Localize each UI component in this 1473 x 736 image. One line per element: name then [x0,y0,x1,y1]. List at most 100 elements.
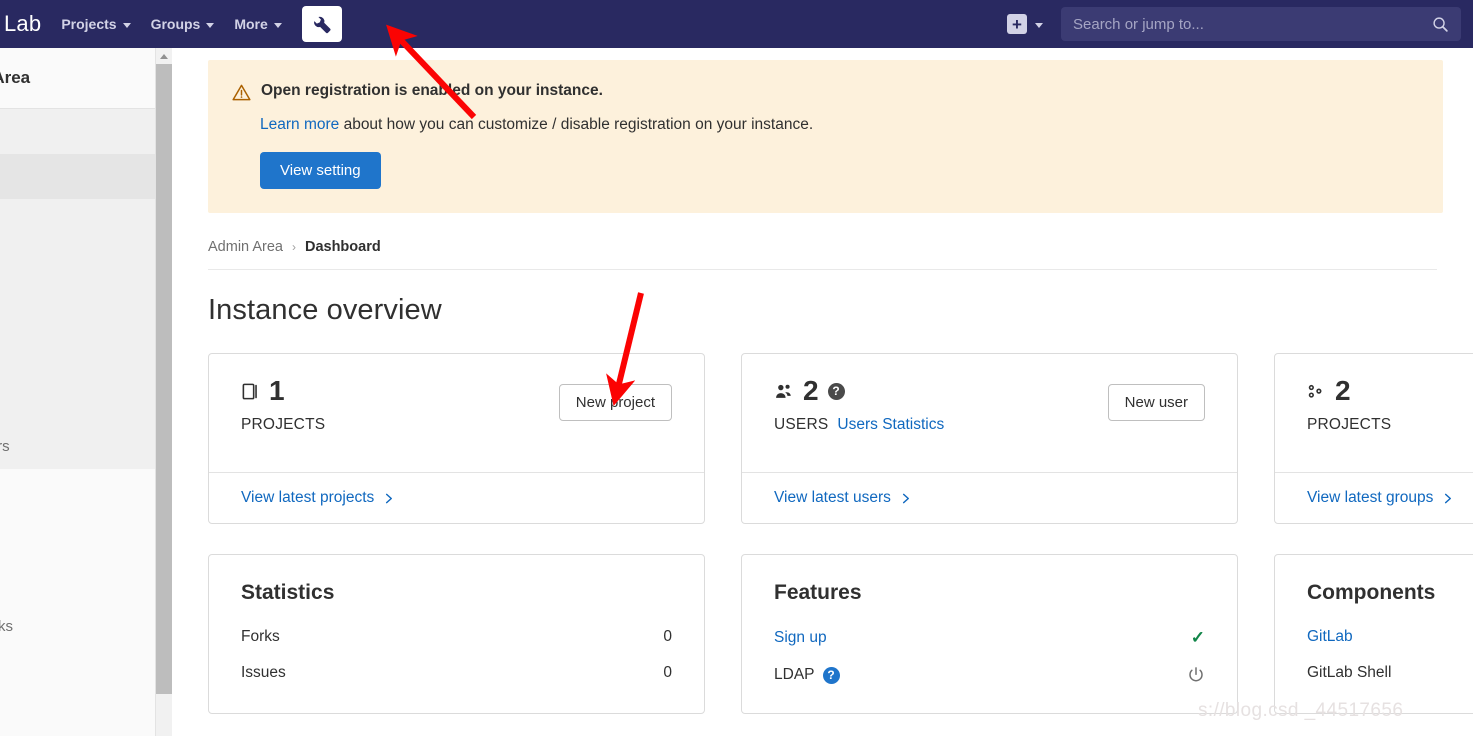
new-item-plus-icon[interactable]: + [1007,14,1027,34]
check-icon: ✓ [1190,628,1205,647]
sidebar-item-groups[interactable]: s [0,289,155,334]
users-statistics-link[interactable]: Users Statistics [837,416,944,434]
group-icon [1308,384,1322,398]
chevron-right-icon [386,493,393,503]
new-item-chevron-down-icon[interactable] [1029,21,1051,28]
view-latest-projects-label: View latest projects [241,489,375,506]
sidebar-item-overview[interactable]: iew [0,109,155,154]
new-user-button[interactable]: New user [1107,384,1205,421]
navbar-right-group: + [1007,7,1473,41]
components-row-gitlab: GitLab [1307,619,1473,655]
sidebar-item-projects[interactable]: ts [0,199,155,244]
top-navbar: Lab Projects Groups More + [0,0,1473,48]
alert-learn-more-link[interactable]: Learn more [260,116,339,133]
alert-description: Learn more about how you can customize /… [260,116,1419,134]
nav-item-more[interactable]: More [224,0,291,48]
scrollbar-thumb[interactable] [156,64,172,694]
new-project-button[interactable]: New project [558,384,672,421]
sidebar-header: min Area [0,48,155,108]
open-registration-alert: Open registration is enabled on your ins… [208,60,1443,213]
users-count: 2 [803,375,819,406]
chevron-down-icon [122,22,131,28]
breadcrumb-separator-icon: › [291,240,296,254]
search-box[interactable] [1061,7,1461,41]
sidebar-item-jobs[interactable] [0,334,155,379]
sidebar-item-system-hooks[interactable]: n Hooks [0,604,155,649]
breadcrumb-dashboard: Dashboard [304,239,381,255]
gitlab-logo-text[interactable]: Lab [0,11,51,37]
admin-sidebar: min Area iew oard ts s ers Servers ics o… [0,48,156,736]
view-setting-button[interactable]: View setting [260,152,381,189]
features-card-title: Features [774,581,862,604]
chevron-right-icon [902,493,909,503]
project-icon [242,383,257,399]
stat-card-users: 2 ? USERS Users Statistics New user View… [741,353,1238,524]
power-icon [1189,667,1203,682]
nav-item-projects[interactable]: Projects [51,0,140,48]
statistics-card-title: Statistics [241,581,335,604]
wrench-icon [313,16,331,34]
features-row-ldap-text: LDAP [774,666,815,683]
view-latest-users-link[interactable]: View latest users [774,489,911,507]
sidebar-item-analytics[interactable]: ics [0,469,155,514]
chevron-right-icon [1445,493,1452,503]
breadcrumb-admin-area[interactable]: Admin Area [208,239,283,255]
statistics-row-forks-value: 0 [663,628,672,645]
sidebar-item-messages[interactable]: ges [0,559,155,604]
components-row-gitlab-shell-label: GitLab Shell [1307,664,1392,681]
sidebar-scrollbar[interactable] [156,48,172,736]
groups-count: 2 [1335,375,1351,406]
features-card: Features Sign up ✓ LDAP ? [741,554,1238,714]
sidebar-item-runners[interactable]: ers [0,379,155,424]
warning-triangle-icon [232,84,251,101]
page-title: Instance overview [208,294,442,326]
sidebar-list-secondary: ics oring ges n Hooks [0,469,155,649]
projects-label: PROJECTS [241,416,326,433]
projects-count: 1 [269,375,285,406]
statistics-card: Statistics Forks 0 Issues 0 [208,554,705,714]
view-latest-groups-label: View latest groups [1307,489,1434,506]
view-latest-projects-link[interactable]: View latest projects [241,489,394,507]
statistics-row-forks: Forks 0 [241,619,672,655]
statistics-row-forks-label: Forks [241,628,280,645]
ldap-help-icon[interactable]: ? [822,666,840,684]
sidebar-item-gitaly-servers[interactable]: Servers [0,424,155,469]
nav-item-groups[interactable]: Groups [141,0,225,48]
view-latest-groups-link[interactable]: View latest groups [1307,489,1453,507]
chevron-down-icon [273,22,282,28]
breadcrumb: Admin Area › Dashboard [208,239,1437,270]
main-content: Open registration is enabled on your ins… [172,48,1473,736]
users-icon [776,384,791,398]
stat-card-groups: 2 PROJECTS View latest groups [1274,353,1473,524]
scrollbar-up-arrow-icon[interactable] [156,48,172,64]
sidebar-item-dashboard[interactable]: oard [0,154,155,199]
admin-area-button[interactable] [301,6,342,42]
sidebar-item-monitoring[interactable]: oring [0,514,155,559]
users-label: USERS [774,416,829,433]
groups-label: PROJECTS [1307,416,1392,433]
chevron-down-icon [206,22,215,28]
nav-item-more-label: More [234,16,268,32]
components-card-title: Components [1307,581,1436,604]
search-input[interactable] [1073,15,1432,33]
detail-cards-row: Statistics Forks 0 Issues 0 Features Sig… [208,554,1473,714]
search-icon[interactable] [1432,16,1449,33]
nav-item-projects-label: Projects [61,16,117,32]
stat-card-projects: 1 PROJECTS New project View latest proje… [208,353,705,524]
stat-cards-row: 1 PROJECTS New project View latest proje… [208,353,1473,524]
components-card: Components GitLab GitLab Shell [1274,554,1473,714]
statistics-row-issues-value: 0 [663,664,672,681]
features-row-sign-up-link[interactable]: Sign up [774,629,827,647]
features-row-ldap: LDAP ? [774,657,1205,693]
components-row-gitlab-link[interactable]: GitLab [1307,628,1353,646]
features-row-ldap-label: LDAP ? [774,666,840,684]
users-help-icon[interactable]: ? [827,382,845,400]
view-latest-users-label: View latest users [774,489,891,506]
sidebar-list: iew oard ts s ers Servers [0,109,155,469]
sidebar-item-users[interactable] [0,244,155,289]
statistics-row-issues-label: Issues [241,664,286,681]
alert-description-text: about how you can customize / disable re… [339,116,814,133]
features-row-sign-up: Sign up ✓ [774,619,1205,657]
nav-item-groups-label: Groups [150,16,201,32]
components-row-gitlab-shell: GitLab Shell [1307,655,1473,691]
